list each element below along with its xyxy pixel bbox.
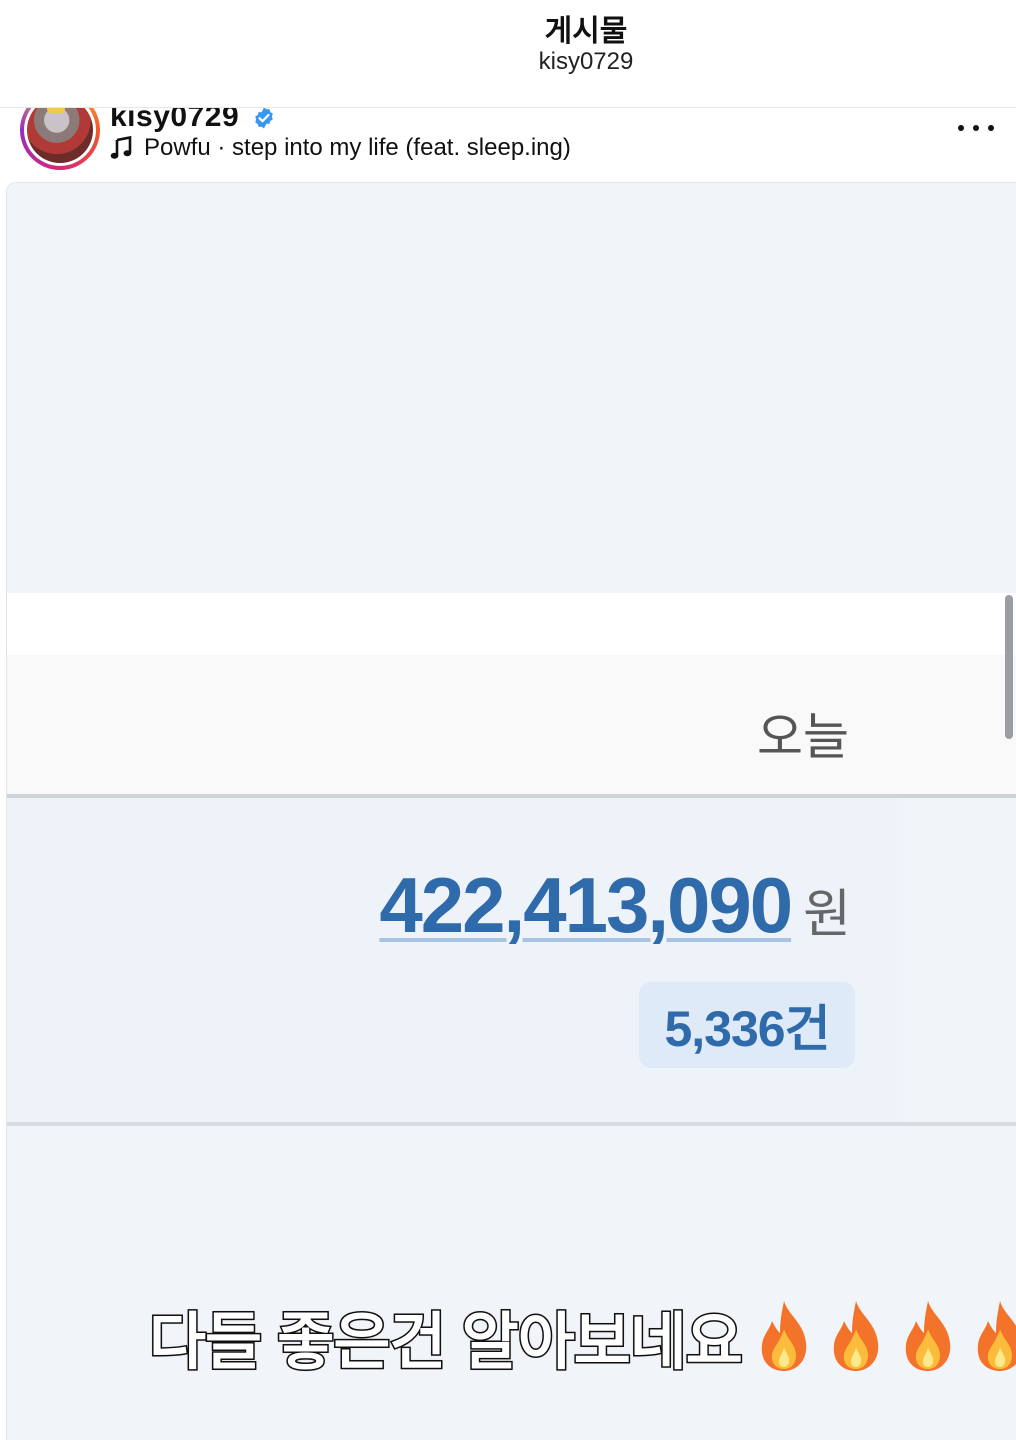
date-label: 오늘 bbox=[757, 709, 849, 765]
white-band bbox=[7, 593, 1016, 655]
more-dot bbox=[958, 125, 964, 131]
post-username[interactable]: kisy0729 bbox=[110, 108, 239, 134]
fire-emoji-icon bbox=[833, 1301, 879, 1371]
verified-badge-icon bbox=[255, 108, 273, 129]
post-header: kisy0729 Powfu · step into my life (feat… bbox=[0, 108, 1016, 182]
divider bbox=[7, 1122, 1016, 1126]
avatar-frame bbox=[24, 108, 96, 166]
amount-value-link[interactable]: 422,413,090 bbox=[379, 860, 793, 951]
fire-emoji-icon bbox=[977, 1301, 1016, 1371]
scrollbar-thumb[interactable] bbox=[1005, 595, 1013, 739]
sales-amount-section: 422,413,090 원 5,336건 bbox=[7, 798, 903, 1122]
more-dot bbox=[973, 125, 979, 131]
avatar[interactable] bbox=[27, 108, 93, 163]
more-options-icon[interactable] bbox=[958, 122, 994, 134]
amount-unit: 원 bbox=[803, 886, 851, 944]
music-track-label[interactable]: Powfu · step into my life (feat. sleep.i… bbox=[144, 134, 571, 162]
caption-overlay: 다들 좋은건 알아보네요 bbox=[148, 1291, 1016, 1381]
story-ring[interactable] bbox=[20, 108, 100, 170]
fire-emoji-icon bbox=[905, 1301, 951, 1371]
page-title: 게시물 bbox=[544, 15, 628, 48]
date-header-row: 오늘 bbox=[7, 655, 1016, 795]
caption-text: 다들 좋은건 알아보네요 bbox=[148, 1307, 745, 1379]
nav-header: 게시물 kisy0729 bbox=[0, 0, 1016, 108]
amount-row: 422,413,090 원 bbox=[379, 860, 851, 951]
page-subtitle-username[interactable]: kisy0729 bbox=[0, 48, 1016, 76]
order-count-badge: 5,336건 bbox=[639, 982, 855, 1068]
fire-emoji-icon bbox=[761, 1301, 807, 1371]
more-dot bbox=[988, 125, 994, 131]
post-image[interactable]: 오늘 422,413,090 원 5,336건 다들 좋은건 알아보네요 bbox=[6, 182, 1016, 1440]
music-note-icon bbox=[110, 136, 132, 159]
